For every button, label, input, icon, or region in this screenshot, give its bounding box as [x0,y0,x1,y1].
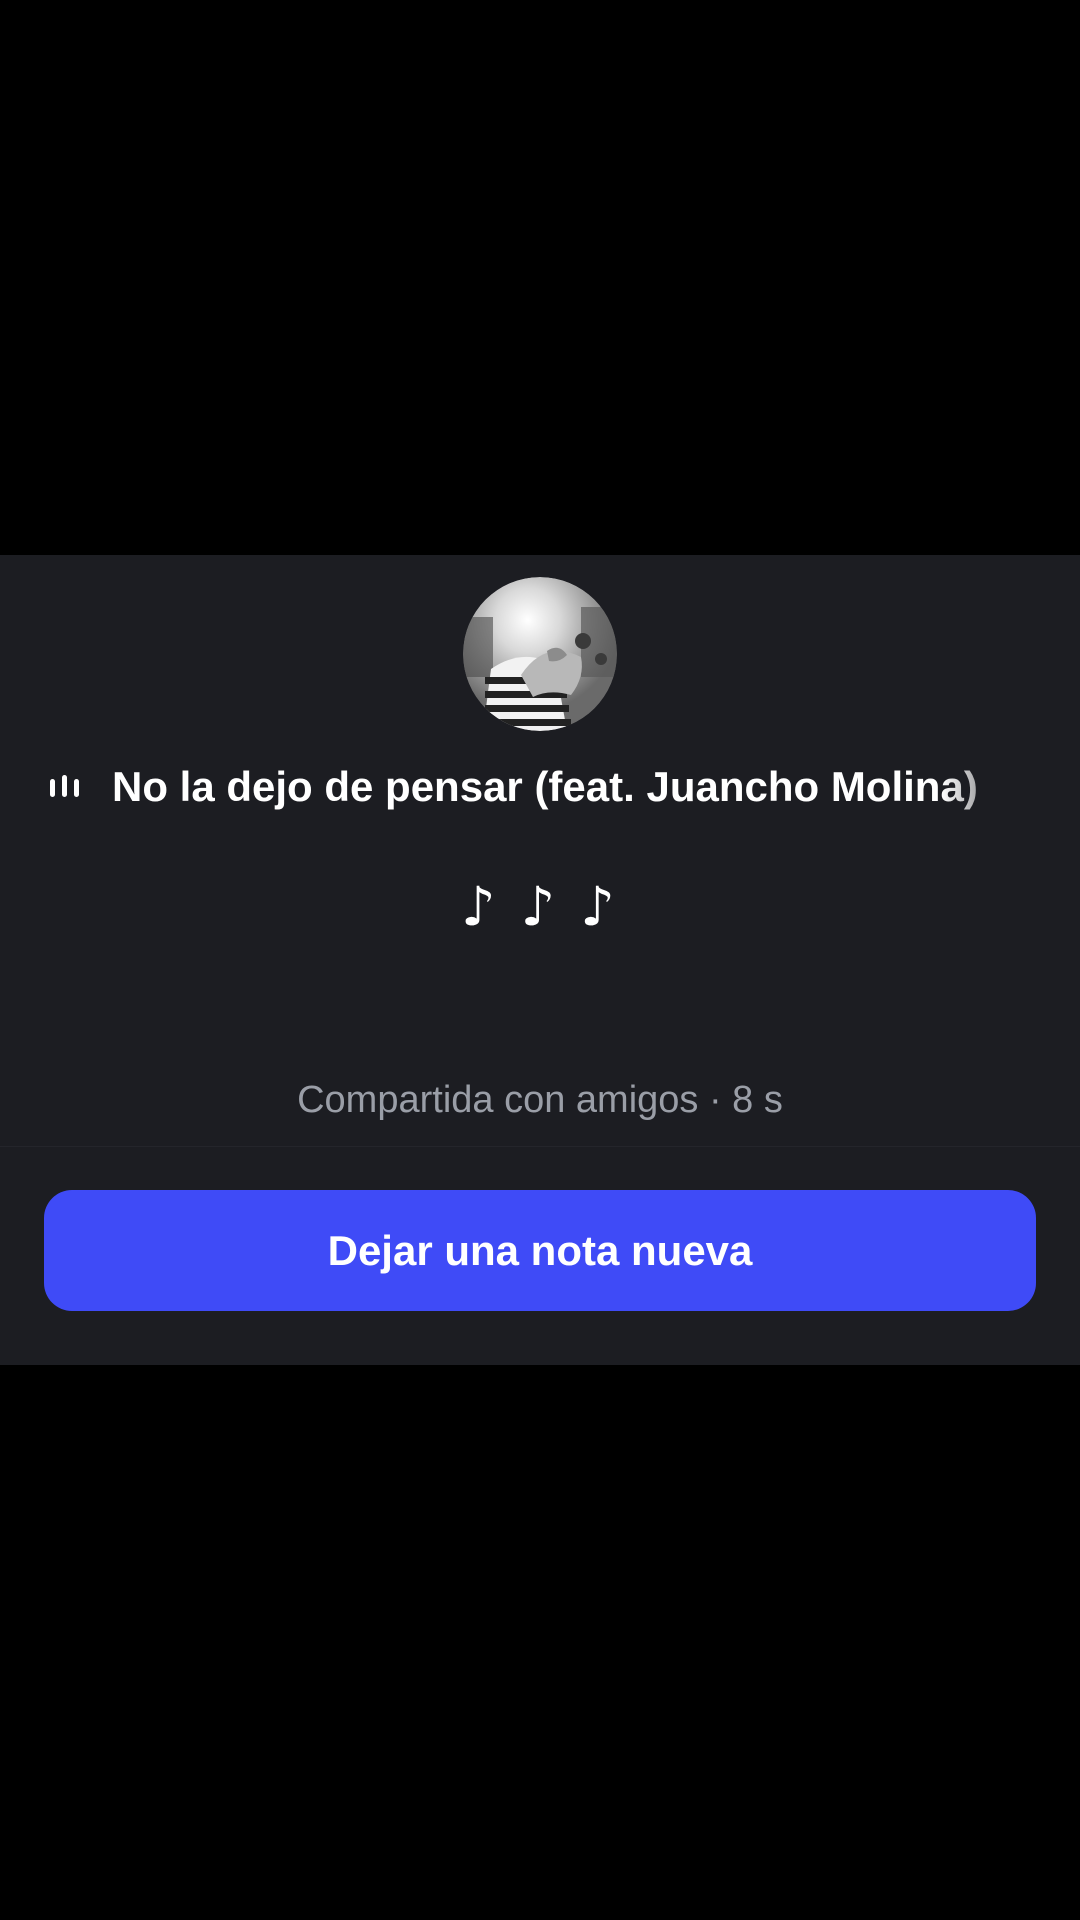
shared-meta: Compartida con amigos · 8 s [297,1079,783,1121]
song-title: No la dejo de pensar (feat. Juancho Moli… [112,763,978,810]
song-row[interactable]: No la dejo de pensar (feat. Juancho Moli… [0,755,1080,825]
screen: No la dejo de pensar (feat. Juancho Moli… [0,0,1080,1920]
song-title-marquee: No la dejo de pensar (feat. Juancho Moli… [112,755,1034,825]
profile-photo-icon [463,577,617,731]
equalizer-bars-icon [50,775,79,797]
next-item-peek: · · [0,1353,1080,1365]
note-sheet: No la dejo de pensar (feat. Juancho Moli… [0,555,1080,1365]
new-note-button[interactable]: Dejar una nota nueva [44,1190,1036,1311]
divider [0,1146,1080,1147]
avatar[interactable] [463,577,617,731]
note-text: ♪ ♪ ♪ [461,875,619,938]
